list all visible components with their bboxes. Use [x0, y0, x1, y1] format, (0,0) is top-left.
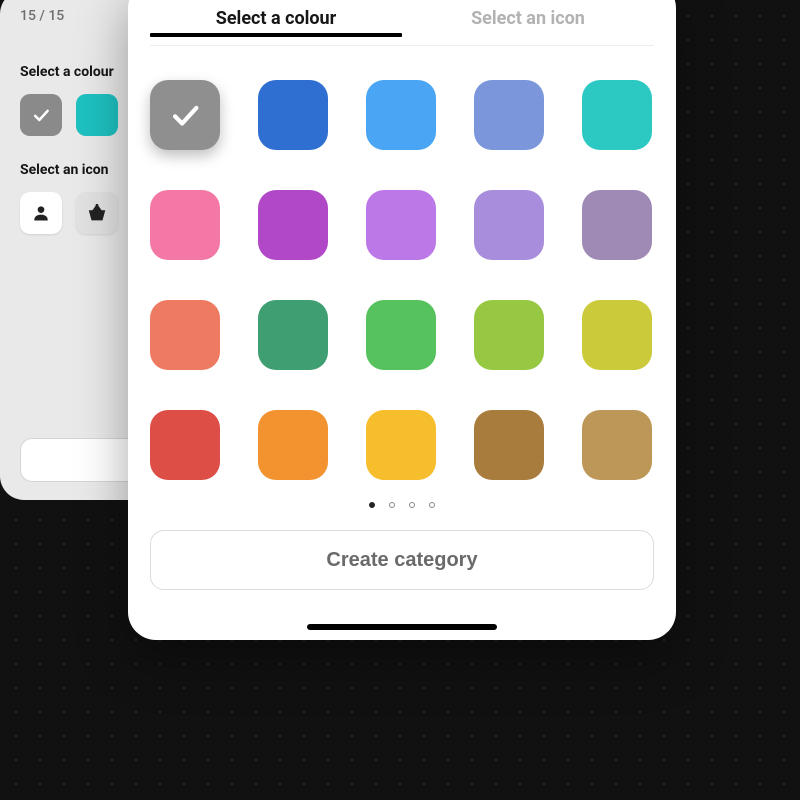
dotted-canvas: 15 / 15 Select a colour Select an icon S…: [0, 0, 800, 800]
person-icon-box[interactable]: [20, 192, 62, 234]
tabs: Select a colour Select an icon: [150, 0, 654, 46]
check-icon: [31, 105, 51, 125]
colour-swatch-4[interactable]: [582, 80, 652, 150]
colour-swatch-19[interactable]: [582, 410, 652, 480]
colour-swatch-8[interactable]: [474, 190, 544, 260]
tab-underline: [150, 33, 402, 37]
colour-swatch-13[interactable]: [474, 300, 544, 370]
colour-swatch-12[interactable]: [366, 300, 436, 370]
back-swatch[interactable]: [76, 94, 118, 136]
colour-swatch-0[interactable]: [150, 80, 220, 150]
page-dot-3[interactable]: [429, 502, 435, 508]
tab-colour[interactable]: Select a colour: [150, 0, 402, 45]
page-dot-0[interactable]: [369, 502, 375, 508]
colour-swatch-16[interactable]: [258, 410, 328, 480]
colour-swatch-11[interactable]: [258, 300, 328, 370]
create-category-button[interactable]: Create category: [150, 530, 654, 590]
front-card: Select a colour Select an icon Create ca…: [128, 0, 676, 640]
pagination-dots: [150, 502, 654, 508]
page-dot-2[interactable]: [409, 502, 415, 508]
colour-swatch-7[interactable]: [366, 190, 436, 260]
colour-swatch-15[interactable]: [150, 410, 220, 480]
colour-swatch-6[interactable]: [258, 190, 328, 260]
colour-swatch-3[interactable]: [474, 80, 544, 150]
home-indicator: [307, 624, 497, 630]
back-swatch-selected[interactable]: [20, 94, 62, 136]
basket-icon-box[interactable]: [76, 192, 118, 234]
colour-swatch-2[interactable]: [366, 80, 436, 150]
person-icon: [31, 203, 51, 223]
colour-swatch-14[interactable]: [582, 300, 652, 370]
colour-swatch-17[interactable]: [366, 410, 436, 480]
colour-swatch-5[interactable]: [150, 190, 220, 260]
colour-swatch-10[interactable]: [150, 300, 220, 370]
colour-grid: [150, 80, 654, 480]
colour-swatch-18[interactable]: [474, 410, 544, 480]
page-dot-1[interactable]: [389, 502, 395, 508]
colour-swatch-9[interactable]: [582, 190, 652, 260]
tab-icon[interactable]: Select an icon: [402, 0, 654, 45]
colour-swatch-1[interactable]: [258, 80, 328, 150]
basket-icon: [86, 202, 108, 224]
check-icon: [168, 98, 202, 132]
